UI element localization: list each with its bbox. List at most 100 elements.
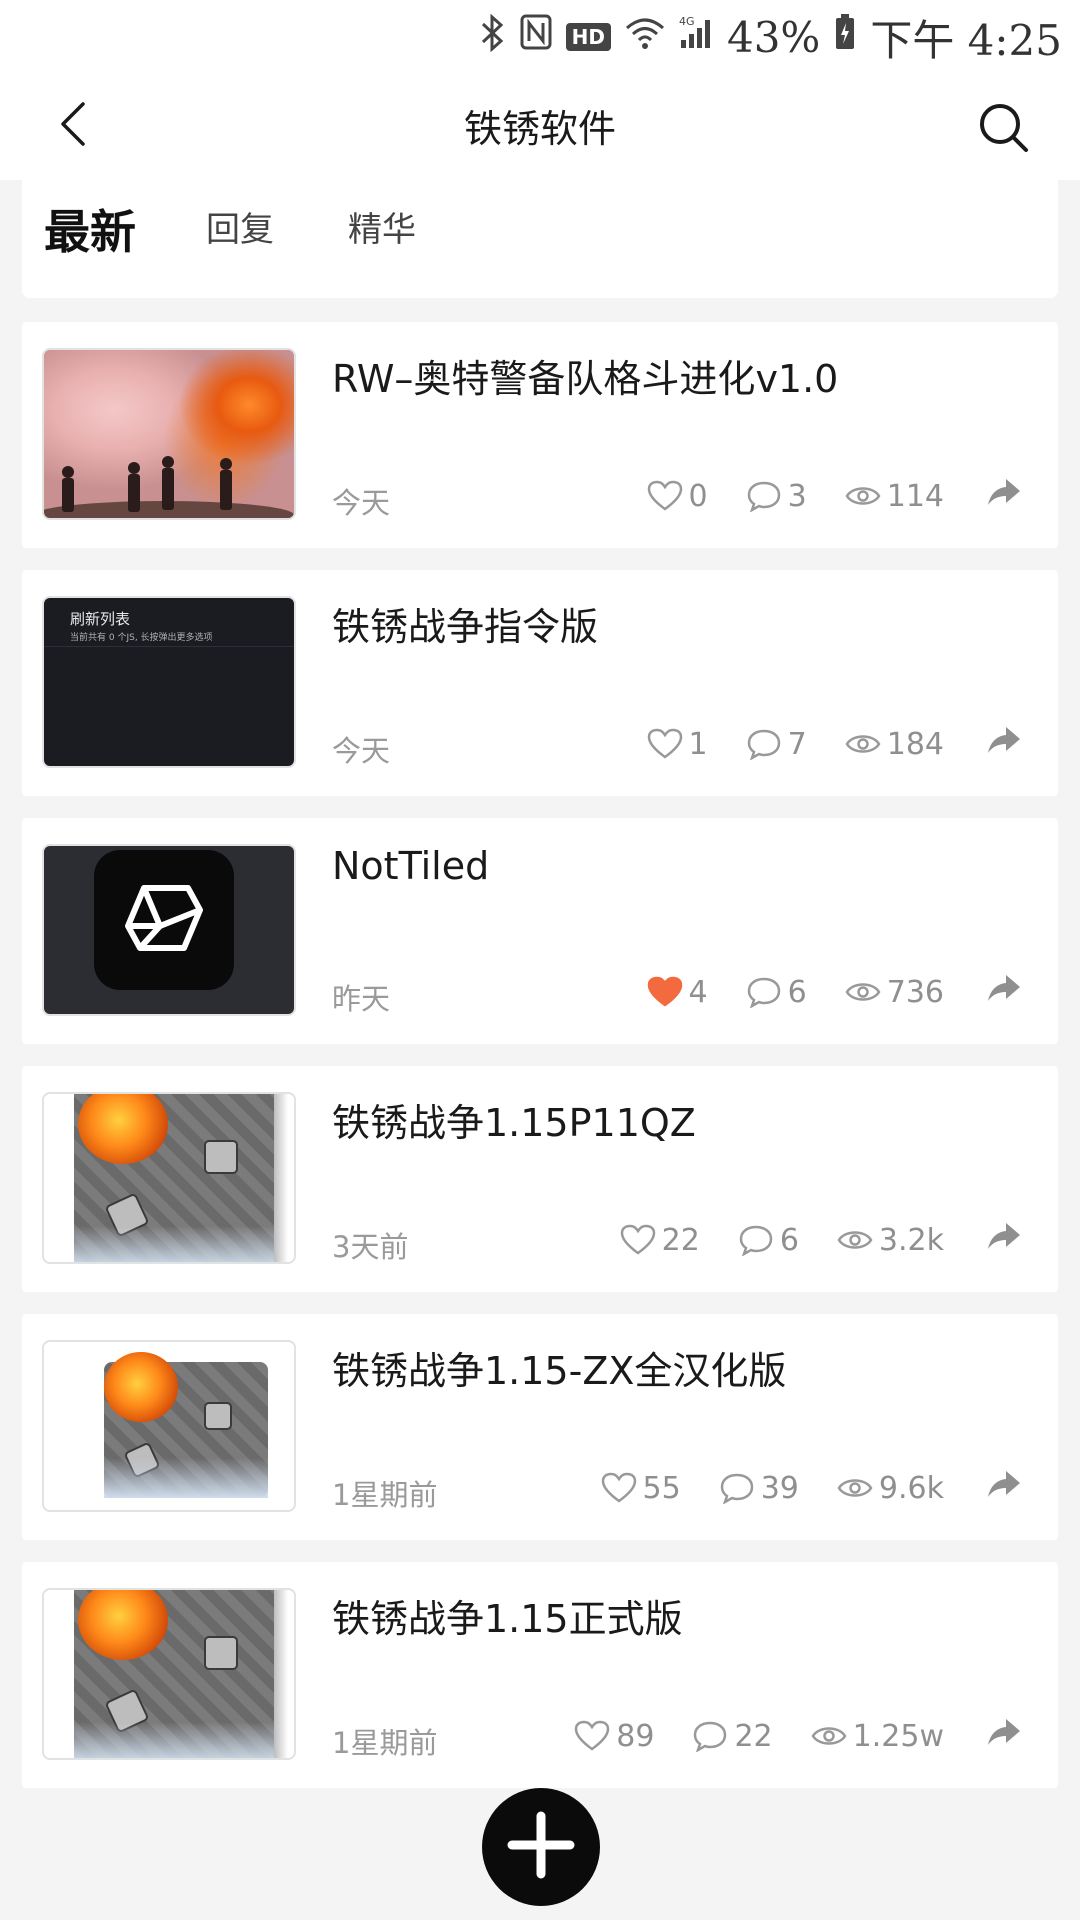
post-stats: 22 6 3.2k (620, 1218, 1022, 1262)
post-item[interactable]: 铁锈战争1.15-ZX全汉化版 1星期前 55 39 9.6k (22, 1314, 1058, 1540)
view-count: 1.25w (852, 1718, 944, 1754)
post-stats: 1 7 184 (647, 722, 1022, 766)
comment-button[interactable]: 6 (738, 1223, 799, 1258)
post-item[interactable]: NotTiled 昨天 4 6 736 (22, 818, 1058, 1044)
thumbnail-title: 刷新列表 (70, 610, 131, 628)
app-header: 铁锈软件 (0, 74, 1080, 180)
post-thumbnail (42, 844, 296, 1016)
post-item[interactable]: 铁锈战争1.15P11QZ 3天前 22 6 3.2k (22, 1066, 1058, 1292)
tab-latest[interactable]: 最新 (44, 196, 136, 262)
like-count: 55 (642, 1470, 681, 1506)
snow (104, 1458, 268, 1498)
post-time: 3天前 (332, 1230, 409, 1264)
comment-count: 6 (787, 974, 807, 1010)
snow (74, 1226, 274, 1262)
comment-button[interactable]: 39 (719, 1471, 799, 1506)
comment-icon (746, 728, 782, 760)
game-scene (104, 1352, 268, 1498)
cube-icon (122, 876, 206, 964)
like-count: 0 (688, 478, 708, 514)
battery-icon (834, 13, 856, 61)
thumbnail-subtitle: 当前共有 0 个JS, 长按弹出更多选项 (70, 633, 213, 643)
post-thumbnail (42, 1588, 296, 1760)
comment-icon (746, 480, 782, 512)
share-icon[interactable] (986, 1221, 1022, 1259)
views: 1.25w (811, 1719, 944, 1754)
like-count: 1 (688, 726, 708, 762)
post-time: 今天 (332, 734, 391, 768)
share-icon[interactable] (986, 477, 1022, 515)
view-count: 9.6k (878, 1470, 944, 1506)
like-button[interactable]: 22 (620, 1223, 700, 1258)
eye-icon (845, 731, 881, 757)
search-button[interactable] (974, 100, 1034, 160)
views: 736 (845, 975, 944, 1010)
like-button[interactable]: 0 (647, 479, 708, 514)
comment-button[interactable]: 3 (746, 479, 807, 514)
like-button[interactable]: 1 (647, 727, 708, 762)
post-stats: 89 22 1.25w (574, 1714, 1022, 1758)
view-count: 114 (886, 478, 944, 514)
post-item[interactable]: 铁锈战争1.15正式版 1星期前 89 22 1.25w (22, 1562, 1058, 1788)
tab-bar: 最新 回复 精华 (22, 180, 1058, 298)
view-count: 3.2k (878, 1222, 944, 1258)
svg-text:4G: 4G (679, 15, 695, 28)
page-title: 铁锈软件 (463, 107, 616, 151)
like-count: 22 (661, 1222, 700, 1258)
like-button[interactable]: 55 (601, 1471, 681, 1506)
like-count: 4 (688, 974, 708, 1010)
comment-icon (692, 1720, 728, 1752)
hd-badge: HD (565, 23, 611, 51)
wifi-icon (625, 14, 665, 60)
post-item[interactable]: 刷新列表 当前共有 0 个JS, 长按弹出更多选项 铁锈战争指令版 今天 1 7… (22, 570, 1058, 796)
tank (204, 1140, 238, 1174)
new-post-button[interactable] (482, 1788, 600, 1906)
heart-icon (601, 1472, 637, 1504)
eye-icon (845, 979, 881, 1005)
post-stats: 55 39 9.6k (601, 1466, 1022, 1510)
like-button[interactable]: 4 (647, 975, 708, 1010)
bluetooth-icon (480, 13, 506, 61)
comment-icon (738, 1224, 774, 1256)
post-title: RW–奥特警备队格斗进化v1.0 (332, 357, 839, 401)
heart-icon (574, 1720, 610, 1752)
comment-count: 22 (734, 1718, 773, 1754)
game-scene (74, 1094, 274, 1262)
post-thumbnail: 刷新列表 当前共有 0 个JS, 长按弹出更多选项 (42, 596, 296, 768)
views: 184 (845, 727, 944, 762)
post-thumbnail (42, 1092, 296, 1264)
post-thumbnail (42, 348, 296, 520)
post-item[interactable]: RW–奥特警备队格斗进化v1.0 今天 0 3 114 (22, 322, 1058, 548)
comment-icon (746, 976, 782, 1008)
app-tile (94, 850, 234, 990)
share-icon[interactable] (986, 725, 1022, 763)
heart-icon (620, 1224, 656, 1256)
eye-icon (845, 483, 881, 509)
comment-button[interactable]: 22 (692, 1718, 773, 1754)
comment-count: 3 (787, 478, 807, 514)
post-time: 昨天 (332, 982, 391, 1016)
post-title: 铁锈战争1.15正式版 (332, 1597, 683, 1641)
snow (74, 1722, 274, 1758)
divider (44, 646, 294, 647)
like-button[interactable]: 89 (574, 1719, 654, 1754)
heart-icon (647, 976, 683, 1008)
plus-icon (506, 1810, 576, 1884)
nfc-icon (520, 14, 552, 60)
signal-4g-icon: 4G (679, 14, 713, 60)
views: 114 (845, 479, 944, 514)
share-icon[interactable] (986, 1717, 1022, 1755)
tab-featured[interactable]: 精华 (348, 202, 416, 251)
comment-button[interactable]: 6 (746, 975, 807, 1010)
share-icon[interactable] (986, 973, 1022, 1011)
post-title: 铁锈战争1.15-ZX全汉化版 (332, 1349, 787, 1393)
eye-icon (837, 1227, 873, 1253)
comment-button[interactable]: 7 (746, 727, 807, 762)
like-count: 89 (616, 1718, 655, 1754)
post-time: 1星期前 (332, 1726, 438, 1760)
share-icon[interactable] (986, 1469, 1022, 1507)
post-time: 今天 (332, 486, 391, 520)
post-stats: 0 3 114 (647, 474, 1022, 518)
comment-icon (719, 1472, 755, 1504)
tab-replies[interactable]: 回复 (206, 202, 274, 251)
